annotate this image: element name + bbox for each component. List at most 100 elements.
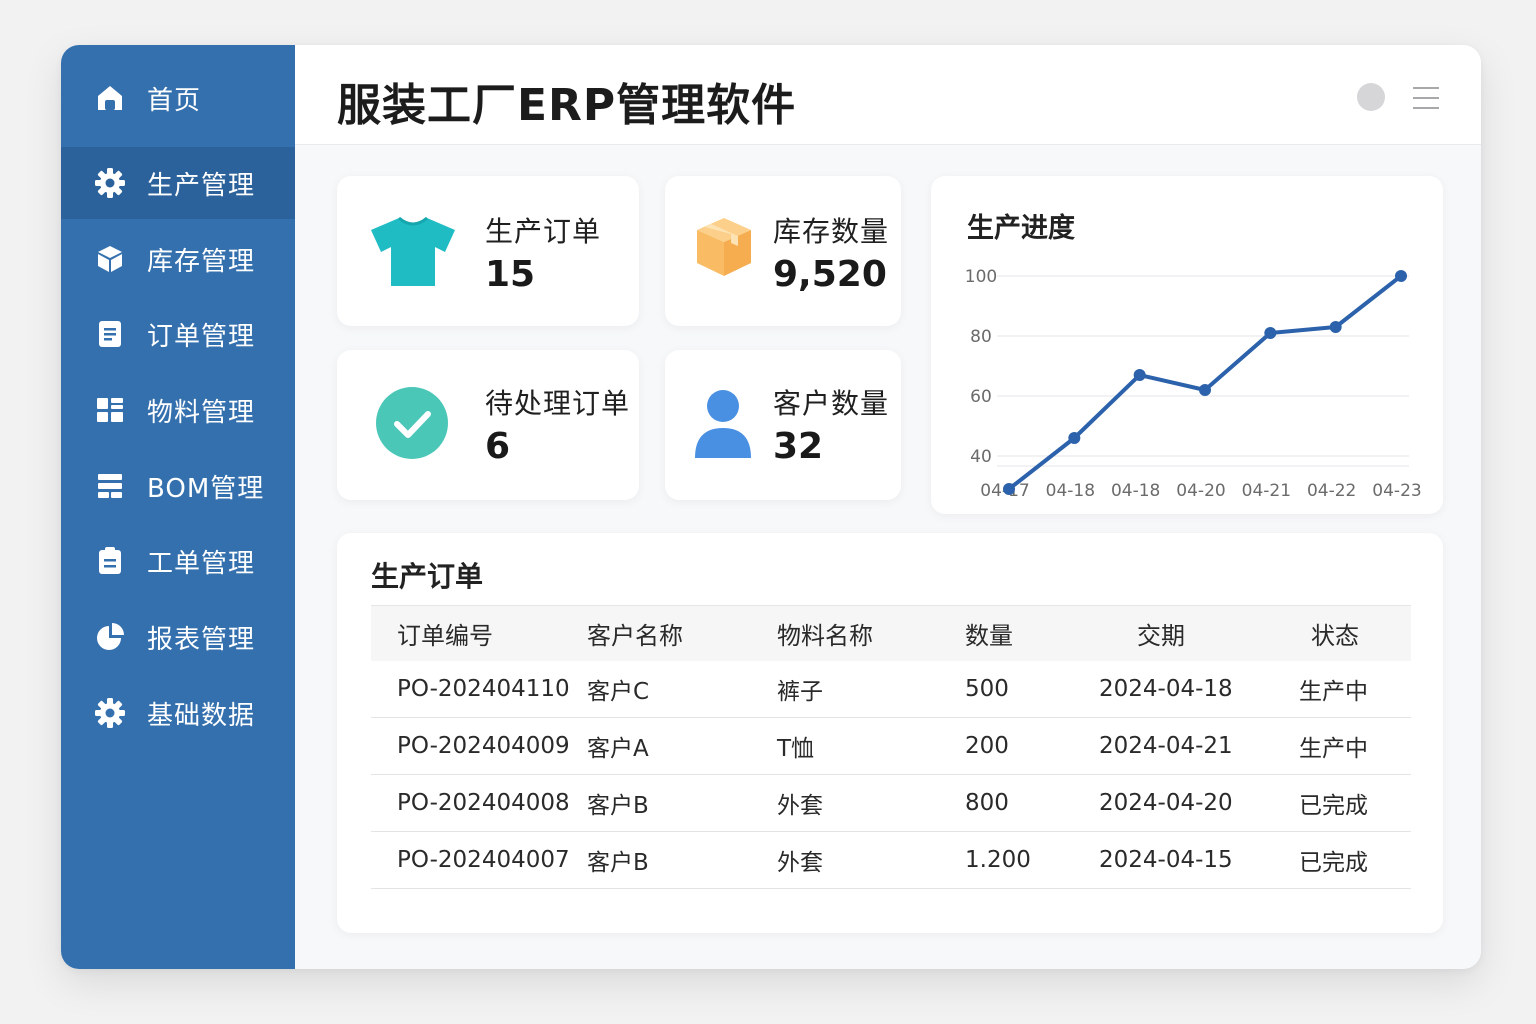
material-name: 外套 — [777, 850, 823, 876]
series-line — [1007, 274, 1403, 491]
clipboard-icon — [94, 545, 126, 577]
stat-card-production-orders[interactable]: 生产订单 15 — [337, 176, 639, 326]
sidebar-item-reports[interactable]: 报表管理 — [61, 601, 295, 673]
stat-value: 32 — [773, 426, 824, 467]
customer-name: 客户B — [587, 850, 649, 876]
column-header[interactable]: 订单编号 — [397, 606, 493, 661]
sidebar-item-bom[interactable]: BOM管理 — [61, 450, 295, 522]
order-id: PO-202404110 — [397, 676, 570, 702]
gear-icon — [94, 697, 126, 729]
sidebar-item-inventory[interactable]: 库存管理 — [61, 223, 295, 295]
y-tick-label: 40 — [970, 447, 992, 467]
customer-name: 客户B — [587, 793, 649, 819]
due-date: 2024-04-21 — [1099, 733, 1233, 759]
table-header: 订单编号 客户名称 物料名称 数量 交期 状态 — [371, 605, 1411, 661]
x-tick-label: 04-20 — [1176, 481, 1225, 501]
quantity: 200 — [965, 733, 1009, 759]
production-orders-table-card: 生产订单 订单编号 客户名称 物料名称 数量 交期 状态 PO-20240411… — [337, 533, 1443, 933]
x-tick-label: 04-21 — [1242, 481, 1291, 501]
main-content: 服装工厂ERP管理软件 生产订单 15 库存数量 9,520 待处理订单 6 客… — [295, 45, 1481, 969]
table-row[interactable]: PO-202404008 客户B 外套 800 2024-04-20 已完成 — [371, 775, 1411, 832]
header: 服装工厂ERP管理软件 — [295, 45, 1481, 145]
due-date: 2024-04-15 — [1099, 847, 1233, 873]
table-row[interactable]: PO-202404110 客户C 裤子 500 2024-04-18 生产中 — [371, 661, 1411, 718]
sidebar-item-label: 库存管理 — [147, 246, 256, 277]
y-tick-label: 60 — [970, 387, 992, 407]
sidebar-item-label: 工单管理 — [147, 548, 256, 579]
sidebar-item-work-orders[interactable]: 工单管理 — [61, 525, 295, 597]
stat-card-customers[interactable]: 客户数量 32 — [665, 350, 901, 500]
sidebar-item-orders[interactable]: 订单管理 — [61, 298, 295, 370]
stat-label: 客户数量 — [773, 387, 890, 420]
sidebar-item-base-data[interactable]: 基础数据 — [61, 677, 295, 749]
y-tick-label: 100 — [965, 267, 997, 287]
quantity: 500 — [965, 676, 1009, 702]
sidebar-item-production[interactable]: 生产管理 — [61, 147, 295, 219]
data-point — [1329, 321, 1342, 333]
table-row[interactable]: PO-202404009 客户A T恤 200 2024-04-21 生产中 — [371, 718, 1411, 775]
due-date: 2024-04-20 — [1099, 790, 1233, 816]
customer-name: 客户C — [587, 679, 650, 705]
sidebar-item-home[interactable]: 首页 — [61, 62, 295, 134]
column-header[interactable]: 状态 — [1311, 606, 1359, 661]
material-name: 裤子 — [777, 679, 823, 705]
hamburger-icon — [1413, 87, 1439, 89]
customer-name: 客户A — [587, 736, 649, 762]
sidebar-item-label: BOM管理 — [147, 473, 265, 504]
due-date: 2024-04-18 — [1099, 676, 1233, 702]
sidebar-item-label: 订单管理 — [147, 321, 256, 352]
order-id: PO-202404007 — [397, 847, 570, 873]
material-name: T恤 — [777, 736, 815, 762]
user-icon — [693, 388, 753, 464]
column-header[interactable]: 客户名称 — [587, 606, 683, 661]
sidebar-item-label: 报表管理 — [147, 624, 256, 655]
quantity: 800 — [965, 790, 1009, 816]
grid-icon — [94, 394, 126, 426]
data-point — [1264, 327, 1277, 339]
stat-value: 15 — [485, 254, 536, 295]
sidebar-item-label: 基础数据 — [147, 700, 256, 731]
data-point — [1199, 384, 1211, 396]
status-badge: 生产中 — [1299, 736, 1368, 762]
stat-label: 待处理订单 — [485, 387, 631, 420]
status-badge: 生产中 — [1299, 679, 1368, 705]
production-progress-card: 生产进度 10080604004-1704-1804-1804-2004-210… — [931, 176, 1443, 514]
order-id: PO-202404008 — [397, 790, 570, 816]
menu-button[interactable] — [1413, 87, 1439, 109]
x-tick-label: 04-18 — [1111, 481, 1160, 501]
table-row[interactable]: PO-202404007 客户B 外套 1.200 2024-04-15 已完成 — [371, 832, 1411, 889]
gear-icon — [94, 167, 126, 199]
sidebar-item-label: 生产管理 — [147, 170, 256, 201]
data-point — [1068, 432, 1081, 444]
stat-card-inventory[interactable]: 库存数量 9,520 — [665, 176, 901, 326]
column-header[interactable]: 数量 — [965, 606, 1013, 661]
data-point — [1395, 270, 1407, 282]
box-icon — [94, 243, 126, 275]
stat-value: 9,520 — [773, 254, 887, 295]
sidebar-item-label: 首页 — [147, 85, 202, 116]
home-icon — [94, 82, 126, 114]
stat-label: 生产订单 — [485, 215, 602, 248]
data-point — [1133, 369, 1146, 381]
order-id: PO-202404009 — [397, 733, 570, 759]
avatar[interactable] — [1357, 83, 1385, 111]
production-progress-chart: 10080604004-1704-1804-1804-2004-2104-220… — [965, 267, 1422, 501]
table-title: 生产订单 — [371, 560, 484, 593]
document-icon — [94, 318, 126, 350]
material-name: 外套 — [777, 793, 823, 819]
check-circle-icon — [375, 386, 449, 464]
x-tick-label: 04-23 — [1372, 481, 1421, 501]
box-icon — [695, 216, 753, 282]
orders-table: 订单编号 客户名称 物料名称 数量 交期 状态 PO-202404110 客户C… — [371, 605, 1411, 889]
column-header[interactable]: 物料名称 — [777, 606, 873, 661]
app-window: 首页 生产管理 库存管理 订单管理 物料管理 BOM管理 工单管理 报表管理 基… — [61, 45, 1481, 969]
column-header[interactable]: 交期 — [1137, 606, 1185, 661]
sidebar-item-materials[interactable]: 物料管理 — [61, 374, 295, 446]
pie-chart-icon — [94, 621, 126, 653]
stat-card-pending-orders[interactable]: 待处理订单 6 — [337, 350, 639, 500]
sidebar: 首页 生产管理 库存管理 订单管理 物料管理 BOM管理 工单管理 报表管理 基… — [61, 45, 295, 969]
stat-label: 库存数量 — [773, 215, 890, 248]
page-title: 服装工厂ERP管理软件 — [337, 80, 797, 131]
sidebar-item-label: 物料管理 — [147, 397, 256, 428]
tshirt-icon — [369, 216, 457, 292]
